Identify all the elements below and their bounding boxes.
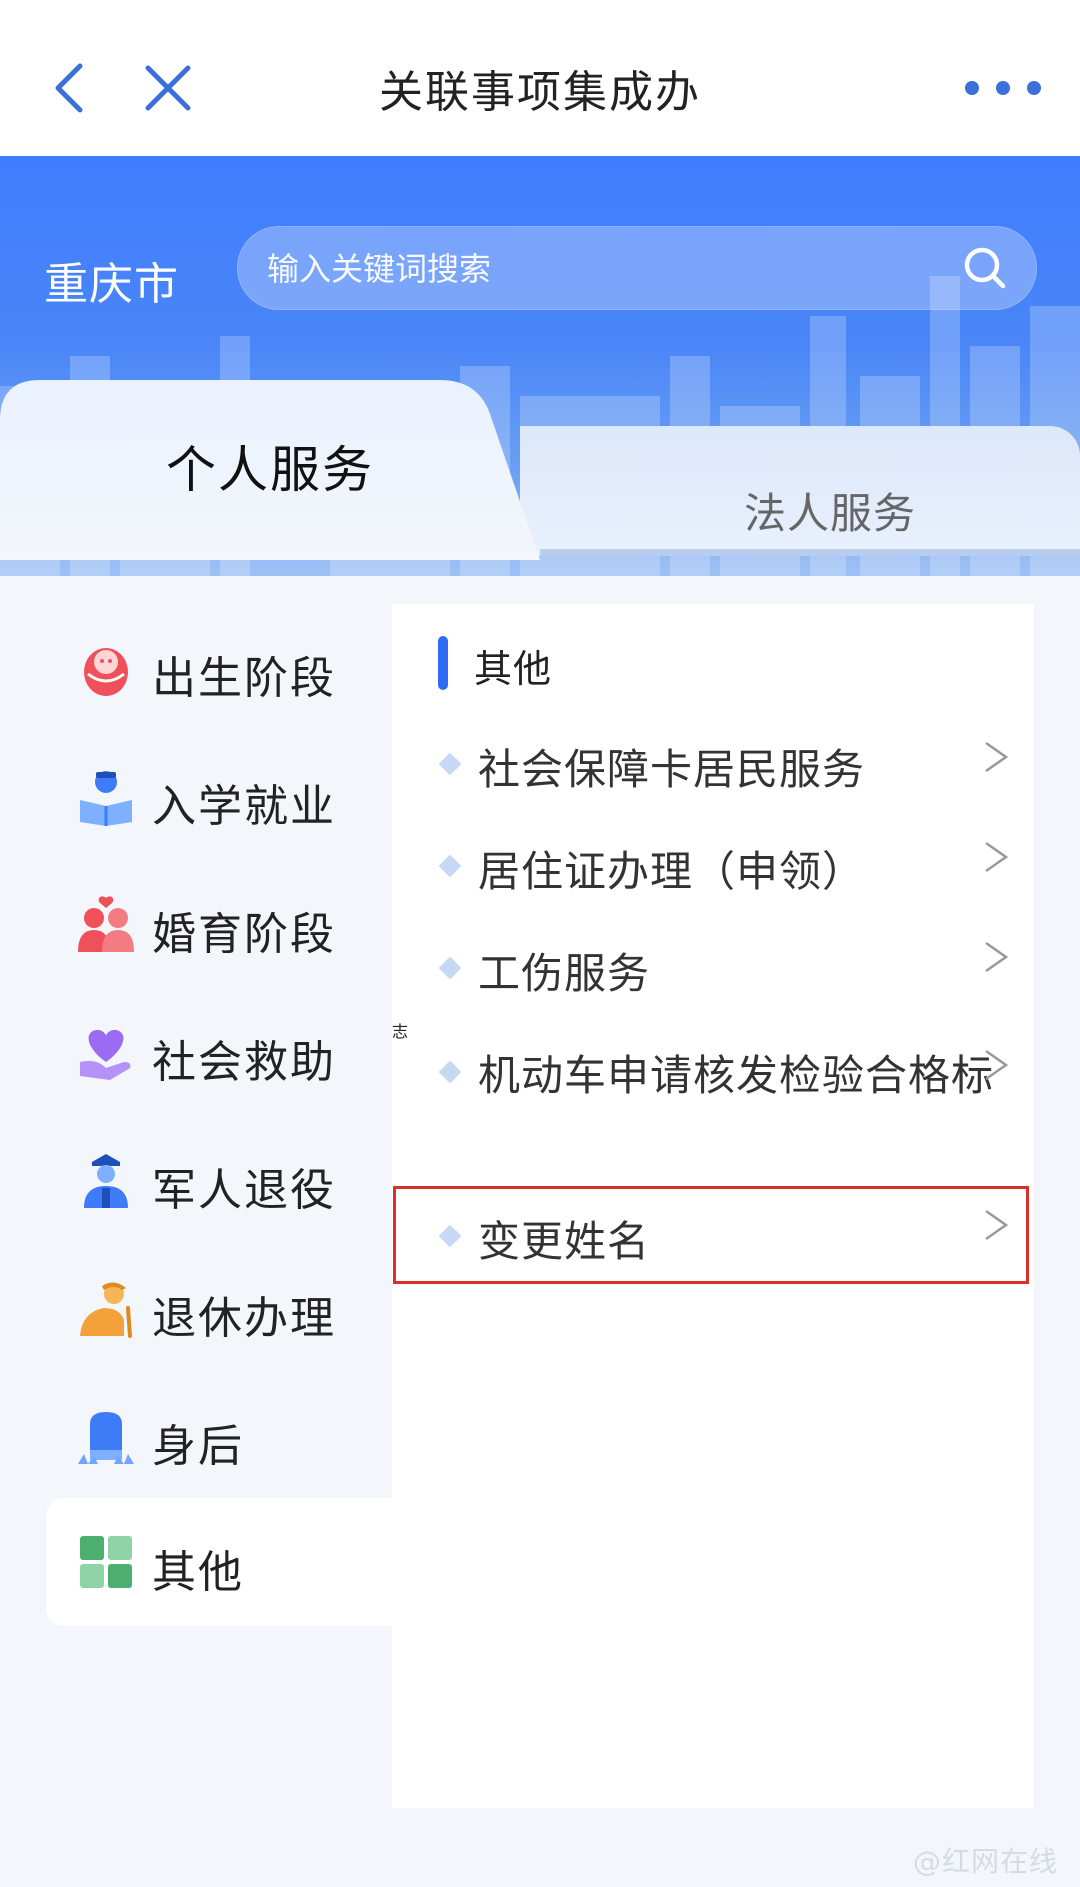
tab-legal-label: 法人服务 — [743, 489, 916, 538]
top-navigation-bar: 关联事项集成办 — [0, 0, 1080, 156]
bullet-diamond-icon — [438, 956, 462, 980]
chevron-right-icon — [985, 741, 1009, 773]
category-label: 出生阶段 — [152, 653, 336, 704]
heart-hand-icon — [80, 1029, 131, 1080]
soldier-icon — [84, 1154, 128, 1208]
page-title: 关联事项集成办 — [379, 67, 701, 118]
service-item-label-continued: 志 — [392, 1022, 409, 1041]
grid-icon — [80, 1536, 132, 1588]
service-item-residence-permit[interactable]: 居住证办理（申领） — [392, 814, 1034, 914]
baby-icon — [84, 648, 128, 696]
service-item-label: 居住证办理（申领） — [478, 847, 866, 896]
bullet-diamond-icon — [438, 1060, 462, 1084]
category-birth[interactable]: 出生阶段 — [46, 604, 392, 732]
category-label: 社会救助 — [152, 1037, 336, 1088]
chevron-right-icon — [985, 941, 1009, 973]
category-label: 其他 — [152, 1547, 244, 1598]
service-item-social-security-card[interactable]: 社会保障卡居民服务 — [392, 714, 1034, 814]
category-label: 退休办理 — [152, 1293, 336, 1344]
bullet-diamond-icon — [438, 752, 462, 776]
category-marriage-childbirth[interactable]: 婚育阶段 — [46, 860, 392, 988]
tab-legal-services[interactable]: 法人服务 — [520, 426, 1080, 556]
city-selector[interactable]: 重庆市 — [44, 248, 179, 312]
category-label: 身后 — [152, 1421, 244, 1472]
service-item-work-injury[interactable]: 工伤服务 — [392, 916, 1034, 1016]
couple-icon — [78, 896, 134, 952]
section-title: 其他 — [474, 647, 553, 691]
chevron-right-icon — [985, 1049, 1009, 1081]
chevron-right-icon — [985, 841, 1009, 873]
section-accent-bar — [438, 636, 448, 690]
category-label: 入学就业 — [152, 781, 336, 832]
bullet-diamond-icon — [438, 1224, 462, 1248]
service-list-panel: 其他 社会保障卡居民服务 居住证办理（申领） 工伤服务 机动车申请核发检验合格标… — [392, 604, 1034, 1808]
elder-icon — [80, 1282, 132, 1338]
category-label: 军人退役 — [152, 1165, 336, 1216]
search-bar[interactable] — [237, 226, 1037, 312]
category-other[interactable]: 其他 — [46, 1498, 392, 1626]
service-item-label: 社会保障卡居民服务 — [478, 745, 866, 794]
service-item-label: 工伤服务 — [478, 949, 651, 998]
more-dots-icon — [965, 81, 1041, 95]
search-icon[interactable] — [961, 244, 1009, 292]
category-school-employment[interactable]: 入学就业 — [46, 732, 392, 860]
category-posthumous[interactable]: 身后 — [46, 1372, 392, 1500]
service-item-label: 机动车申请核发检验合格标 — [478, 1051, 995, 1100]
tab-underline — [540, 549, 1080, 556]
watermark: @红网在线 — [912, 1845, 1058, 1878]
category-social-assistance[interactable]: 社会救助 — [46, 988, 392, 1116]
bullet-diamond-icon — [438, 854, 462, 878]
student-reading-icon — [80, 771, 132, 826]
tab-personal-services[interactable]: 个人服务 — [150, 430, 390, 502]
service-item-vehicle-inspection[interactable]: 机动车申请核发检验合格标 志 — [392, 1018, 1034, 1168]
service-item-change-name[interactable]: 变更姓名 — [392, 1188, 1034, 1284]
category-military-retirement[interactable]: 军人退役 — [46, 1116, 392, 1244]
search-input[interactable] — [265, 226, 929, 312]
chevron-right-icon — [985, 1209, 1009, 1241]
category-label: 婚育阶段 — [152, 909, 336, 960]
service-item-label: 变更姓名 — [478, 1217, 651, 1266]
more-button[interactable] — [948, 48, 1058, 128]
memorial-icon — [78, 1412, 134, 1464]
category-retirement[interactable]: 退休办理 — [46, 1244, 392, 1372]
